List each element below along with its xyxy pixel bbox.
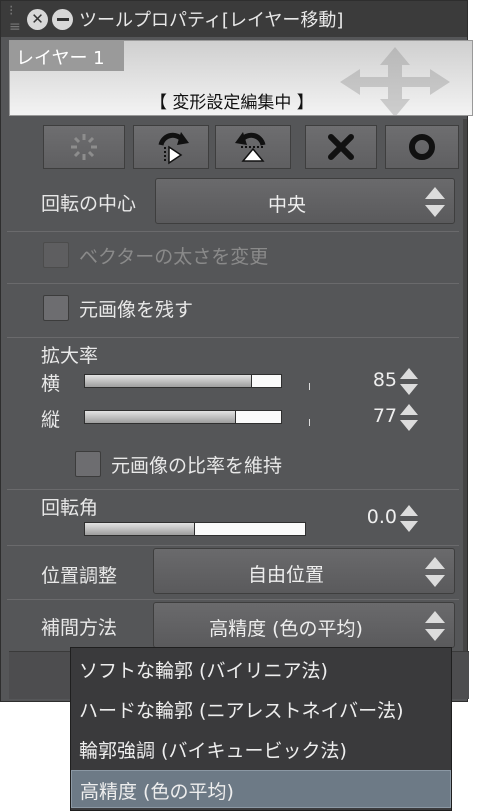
slider-tick: [309, 419, 310, 426]
rotate-left-button[interactable]: [215, 125, 291, 169]
scale-horizontal-slider[interactable]: [84, 374, 282, 388]
layer-preview: レイヤー 1 【 変形設定編集中 】: [9, 40, 473, 116]
slider-tick: [309, 383, 310, 390]
minimize-panel-icon[interactable]: [52, 8, 73, 30]
rotation-center-select[interactable]: 中央: [155, 178, 455, 224]
slider-fill: [85, 411, 236, 423]
move-arrows-icon: [340, 47, 450, 115]
panel-scrollbar[interactable]: [463, 119, 467, 659]
divider: [7, 337, 459, 338]
rotation-angle-label: 回転角: [41, 497, 99, 519]
keep-ratio-checkbox[interactable]: [75, 451, 101, 477]
vector-width-label: ベクターの太さを変更: [79, 246, 269, 268]
layer-name-label: レイヤー 1: [10, 41, 124, 71]
rotate-ccw-icon: [235, 132, 266, 162]
keep-original-label: 元画像を残す: [79, 299, 194, 321]
slider-fill: [85, 375, 252, 387]
divider: [7, 231, 459, 232]
window-title: ツールプロパティ[レイヤー移動]: [79, 10, 344, 31]
select-arrows-icon: [425, 187, 445, 217]
confirm-transform-button[interactable]: [385, 125, 459, 169]
cancel-transform-button[interactable]: [305, 125, 377, 169]
select-arrows-icon: [425, 611, 445, 641]
close-panel-icon[interactable]: ✕: [27, 8, 48, 30]
close-icon: [328, 134, 354, 160]
interpolation-dropdown: ソフトな輪郭 (バイリニア法) ハードな輪郭 (ニアレストネイバー法) 輪郭強調…: [70, 647, 452, 811]
divider: [7, 545, 459, 546]
panel-grip-icon[interactable]: ⁝≡: [9, 3, 23, 35]
scale-vertical-slider[interactable]: [84, 410, 282, 424]
confirm-icon: [409, 134, 435, 160]
scale-label: 拡大率: [41, 345, 99, 367]
scale-horizontal-label: 横: [41, 373, 61, 395]
scale-vertical-label: 縦: [41, 409, 61, 431]
rotate-reset-icon: [71, 134, 97, 160]
position-adjust-value: 自由位置: [247, 564, 324, 586]
scale-vertical-value[interactable]: 77: [337, 405, 397, 427]
scale-vertical-spinner[interactable]: [399, 403, 419, 433]
position-adjust-label: 位置調整: [41, 565, 118, 587]
scale-horizontal-value[interactable]: 85: [337, 369, 397, 391]
interpolation-label: 補間方法: [41, 617, 118, 639]
dropdown-option[interactable]: 輪郭強調 (バイキュービック法): [71, 730, 451, 768]
select-arrows-icon: [425, 557, 445, 587]
rotation-center-value: 中央: [267, 194, 306, 216]
divider: [7, 283, 459, 284]
rotation-angle-value[interactable]: 0.0: [337, 506, 397, 528]
divider: [7, 599, 459, 600]
reset-transform-button[interactable]: [43, 125, 125, 169]
interpolation-value: 高精度 (色の平均): [209, 618, 363, 640]
dropdown-option-selected[interactable]: 高精度 (色の平均): [71, 770, 451, 808]
vector-width-checkbox[interactable]: [43, 242, 69, 268]
slider-fill: [85, 523, 195, 535]
keep-ratio-label: 元画像の比率を維持: [111, 455, 283, 477]
position-adjust-select[interactable]: 自由位置: [153, 548, 455, 594]
rotation-angle-slider[interactable]: [84, 522, 306, 536]
divider: [7, 489, 459, 490]
edit-status-label: 【 変形設定編集中 】: [150, 93, 314, 113]
tool-property-panel: ⁝≡ ✕ ツールプロパティ[レイヤー移動] レイヤー 1 【 変形設定編集中 】: [0, 0, 473, 702]
rotation-center-label: 回転の中心: [41, 193, 137, 215]
scale-horizontal-spinner[interactable]: [399, 367, 419, 397]
dropdown-option[interactable]: ソフトな輪郭 (バイリニア法): [71, 650, 451, 688]
rotate-right-button[interactable]: [133, 125, 209, 169]
interpolation-select[interactable]: 高精度 (色の平均): [153, 602, 455, 648]
title-bar[interactable]: ⁝≡ ✕ ツールプロパティ[レイヤー移動]: [1, 1, 467, 37]
dropdown-option[interactable]: ハードな輪郭 (ニアレストネイバー法): [71, 690, 451, 728]
keep-original-checkbox[interactable]: [43, 295, 69, 321]
rotation-angle-spinner[interactable]: [399, 504, 419, 534]
rotate-cw-icon: [158, 132, 189, 165]
